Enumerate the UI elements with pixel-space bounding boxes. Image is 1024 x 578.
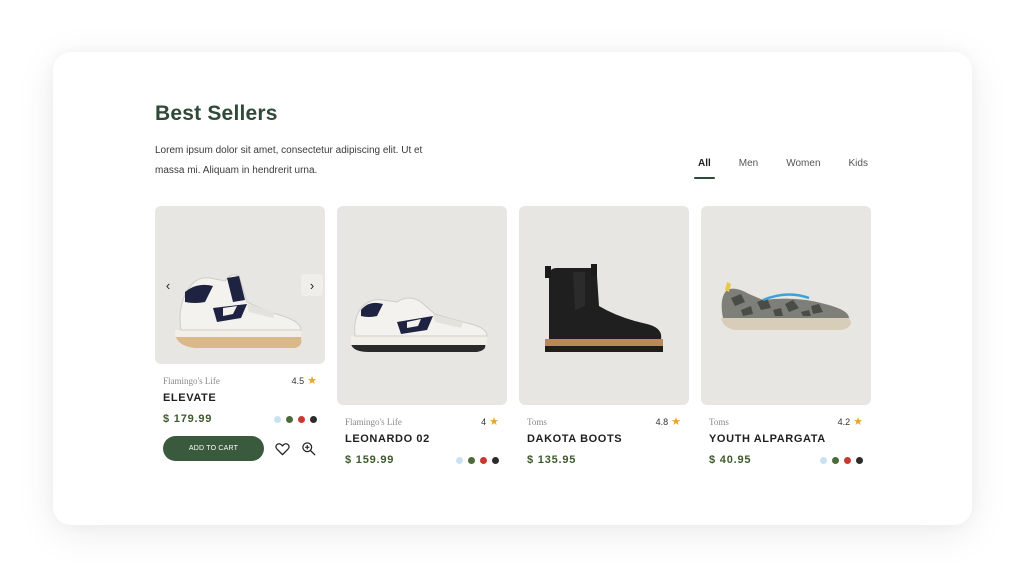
chevron-left-icon[interactable]: ‹: [157, 274, 179, 296]
rating-value: 4: [481, 416, 487, 427]
product-rating: 4.5 ★: [292, 374, 317, 387]
product-actions: ADD TO CART: [155, 436, 325, 461]
product-card-leonardo[interactable]: Flamingo's Life 4 ★ LEONARDO 02 $ 159.99: [337, 206, 507, 466]
product-rating: 4 ★: [481, 415, 499, 428]
product-brand: Toms: [527, 416, 547, 427]
chevron-right-icon[interactable]: ›: [301, 274, 323, 296]
rating-value: 4.5: [291, 375, 305, 386]
tab-men[interactable]: Men: [731, 158, 766, 179]
product-rating: 4.2 ★: [838, 415, 863, 428]
product-image[interactable]: ‹ ›: [155, 206, 325, 364]
product-price: $ 40.95: [709, 454, 752, 466]
swatch-red[interactable]: [298, 415, 305, 423]
product-meta: Toms 4.2 ★: [701, 415, 871, 428]
product-brand: Flamingo's Life: [345, 416, 402, 427]
product-image[interactable]: [519, 206, 689, 405]
description-line-2: massa mi. Aliquam in hendrerit urna.: [155, 165, 318, 176]
color-swatches: [820, 456, 863, 464]
price-row: $ 40.95: [701, 454, 871, 466]
slip-on-shoe-image: [721, 282, 851, 330]
zoom-in-icon[interactable]: [300, 441, 316, 457]
product-price: $ 159.99: [345, 454, 395, 466]
product-meta: Flamingo's Life 4.5 ★: [155, 374, 325, 387]
section-description: Lorem ipsum dolor sit amet, consectetur …: [155, 141, 485, 181]
high-top-sneaker-image: [175, 274, 302, 348]
category-tabs: All Men Women Kids: [690, 158, 888, 179]
price-row: $ 159.99: [337, 454, 507, 466]
price-row: $ 135.95: [519, 454, 689, 466]
product-card-elevate[interactable]: ‹ › Flamingo's Life 4.5 ★ ELEVATE $ 179.9…: [155, 206, 325, 461]
product-card-dakota[interactable]: Toms 4.8 ★ DAKOTA BOOTS $ 135.95: [519, 206, 689, 466]
product-name[interactable]: LEONARDO 02: [337, 433, 507, 445]
swatch-light-blue[interactable]: [456, 456, 463, 464]
product-brand: Toms: [709, 416, 729, 427]
low-top-sneaker-image: [351, 297, 488, 352]
heart-icon[interactable]: [274, 441, 290, 457]
star-icon: ★: [671, 416, 681, 428]
rating-value: 4.2: [837, 416, 851, 427]
product-meta: Toms 4.8 ★: [519, 415, 689, 428]
product-rating: 4.8 ★: [656, 415, 681, 428]
product-price: $ 179.99: [163, 413, 213, 425]
swatch-red[interactable]: [844, 456, 851, 464]
swatch-black[interactable]: [492, 456, 499, 464]
product-meta: Flamingo's Life 4 ★: [337, 415, 507, 428]
star-icon: ★: [489, 416, 499, 428]
tab-all[interactable]: All: [690, 158, 719, 179]
swatch-green[interactable]: [832, 456, 839, 464]
star-icon: ★: [307, 375, 317, 387]
product-name[interactable]: ELEVATE: [155, 392, 325, 404]
chelsea-boot-image: [545, 264, 663, 352]
product-image[interactable]: [337, 206, 507, 405]
swatch-light-blue[interactable]: [820, 456, 827, 464]
tab-kids[interactable]: Kids: [841, 158, 876, 179]
product-name[interactable]: YOUTH ALPARGATA: [701, 433, 871, 445]
price-row: $ 179.99: [155, 413, 325, 425]
swatch-black[interactable]: [310, 415, 317, 423]
description-line-1: Lorem ipsum dolor sit amet, consectetur …: [155, 145, 423, 156]
tab-women[interactable]: Women: [778, 158, 828, 179]
swatch-green[interactable]: [468, 456, 475, 464]
color-swatches: [456, 456, 499, 464]
star-icon: ★: [853, 416, 863, 428]
product-price: $ 135.95: [527, 454, 577, 466]
rating-value: 4.8: [655, 416, 669, 427]
swatch-green[interactable]: [286, 415, 293, 423]
swatch-black[interactable]: [856, 456, 863, 464]
swatch-red[interactable]: [480, 456, 487, 464]
section-title: Best Sellers: [155, 102, 278, 125]
product-name[interactable]: DAKOTA BOOTS: [519, 433, 689, 445]
add-to-cart-button[interactable]: ADD TO CART: [163, 436, 264, 461]
product-image[interactable]: [701, 206, 871, 405]
product-brand: Flamingo's Life: [163, 375, 220, 386]
swatch-light-blue[interactable]: [274, 415, 281, 423]
color-swatches: [274, 415, 317, 423]
product-card-alpargata[interactable]: Toms 4.2 ★ YOUTH ALPARGATA $ 40.95: [701, 206, 871, 466]
